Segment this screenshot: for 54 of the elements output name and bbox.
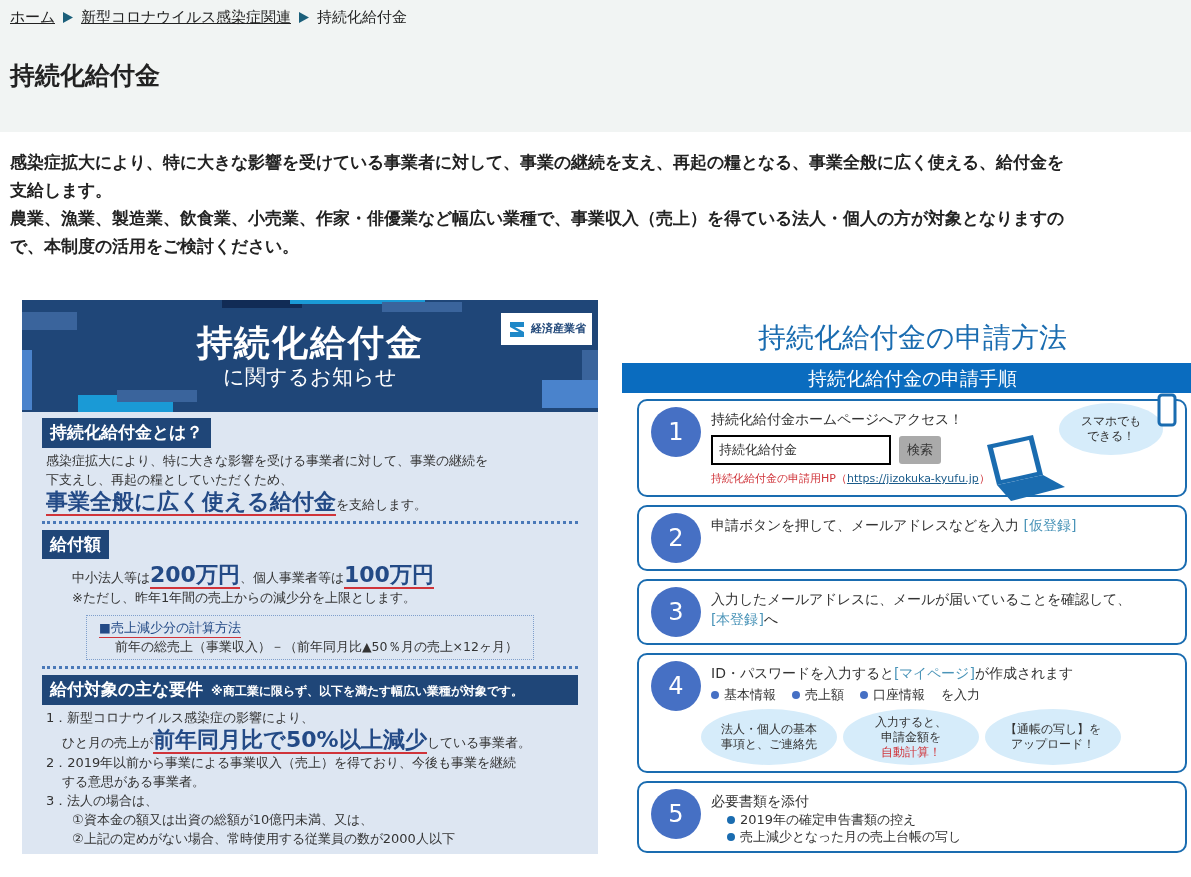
step-text: 入力したメールアドレスに、メールが届いていることを確認して、 (711, 590, 1131, 609)
flyer-subtitle: に関するお知らせ (223, 364, 397, 390)
flyer-text: する意思がある事業者。 (61, 772, 206, 791)
step-text: 申請ボタンを押して、メールアドレスなどを入力 [仮登録] (711, 516, 1077, 535)
breadcrumb-separator-icon (63, 11, 73, 23)
flyer-text: 事業全般に広く使える給付金を支給します。 (45, 488, 428, 515)
document-item: 売上減少となった月の売上台帳の写し (727, 828, 1173, 845)
breadcrumb-link[interactable]: 新型コロナウイルス感染症関連 (81, 6, 291, 29)
step-text: [本登録]へ (711, 610, 778, 629)
input-item: 口座情報 (860, 685, 925, 705)
document-item: 2019年の確定申告書類の控え (727, 811, 1173, 828)
section-heading: 給付対象の主な要件 ※商工業に限らず、以下を満たす幅広い業種が対象です。 (42, 675, 578, 705)
flyer-text: ①資本金の額又は出資の総額が10億円未満、又は、 (71, 810, 375, 829)
step-text: ID・パスワードを入力すると[マイページ]が作成されます (711, 664, 1073, 683)
flyer-title: 持続化給付金の申請方法 (756, 320, 1068, 356)
speech-bubble: スマホでも できる！ (1059, 403, 1163, 455)
logo-icon (507, 319, 527, 339)
breadcrumb-current: 持続化給付金 (317, 7, 407, 28)
heading-note: ※商工業に限らず、以下を満たす幅広い業種が対象です。 (211, 683, 523, 700)
flyer-title: 持続化給付金 (196, 322, 424, 364)
input-item: 基本情報 (711, 685, 776, 705)
flyer-text: ひと月の売上が前年同月比で50%以上減少している事業者。 (61, 726, 532, 753)
flyer-text: 2．2019年以前から事業による事業収入（売上）を得ており、今後も事業を継続 (45, 753, 518, 772)
input-suffix: を入力 (941, 686, 980, 704)
flyer-text: ※ただし、昨年1年間の売上からの減少分を上限とします。 (71, 589, 418, 607)
box-text: 前年の総売上（事業収入）－（前年同月比▲50％月の売上×12ヶ月） (114, 638, 519, 656)
step-text: 必要書類を添付 (711, 792, 809, 811)
page-title: 持続化給付金 (10, 59, 161, 92)
homepage-caption: 持続化給付金の申請用HP（https://jizokuka-kyufu.jp） (711, 471, 991, 487)
step-text: 持続化給付金ホームページへアクセス！ (711, 410, 963, 429)
intro-paragraph: 感染症拡大により、特に大きな影響を受けている事業者に対して、事業の継続を支え、再起の糧となる、事業全般に広く使える、給付金を 支給します。 (10, 151, 1065, 202)
step-number: 1 (651, 407, 701, 457)
flyer-text: 感染症拡大により、特に大きな影響を受ける事業者に対して、事業の継続を (45, 451, 489, 470)
speech-bubble: 【通帳の写し】を アップロード！ (985, 709, 1121, 765)
input-item: 売上額 (792, 685, 844, 705)
breadcrumb-separator-icon (299, 11, 309, 23)
flyer-text: 1．新型コロナウイルス感染症の影響により、 (45, 708, 316, 727)
speech-bubble: 法人・個人の基本 事項と、ご連絡先 (701, 709, 837, 765)
section-heading: 持続化給付金とは？ (42, 418, 211, 448)
ministry-logo: 経済産業省 (501, 313, 592, 345)
flyer-text: 下支えし、再起の糧としていただくため、 (45, 470, 294, 489)
flyer-text: ②上記の定めがない場合、常時使用する従業員の数が2000人以下 (71, 829, 456, 848)
flyer-text: 中小法人等は200万円、個人事業者等は 100万円 (71, 562, 435, 588)
flyer-band: 持続化給付金の申請手順 (622, 363, 1191, 393)
intro-paragraph: 農業、漁業、製造業、飲食業、小売業、作家・俳優業など幅広い業種で、事業収入（売上）を得ている法人・個人の方が対象となりますの で、本制度の活用をご検討ください。 (10, 207, 1065, 258)
box-title: ■売上減少分の計算方法 (99, 619, 241, 638)
flyer-text: 3．法人の場合は、 (45, 791, 160, 810)
breadcrumb-link[interactable]: ホーム (10, 6, 55, 29)
step-number: 5 (651, 789, 701, 839)
step-number: 3 (651, 587, 701, 637)
step-number: 4 (651, 661, 701, 711)
step-number: 2 (651, 513, 701, 563)
speech-bubble: 入力すると、 申請金額を 自動計算！ (843, 709, 979, 765)
section-heading: 給付額 (42, 529, 109, 559)
